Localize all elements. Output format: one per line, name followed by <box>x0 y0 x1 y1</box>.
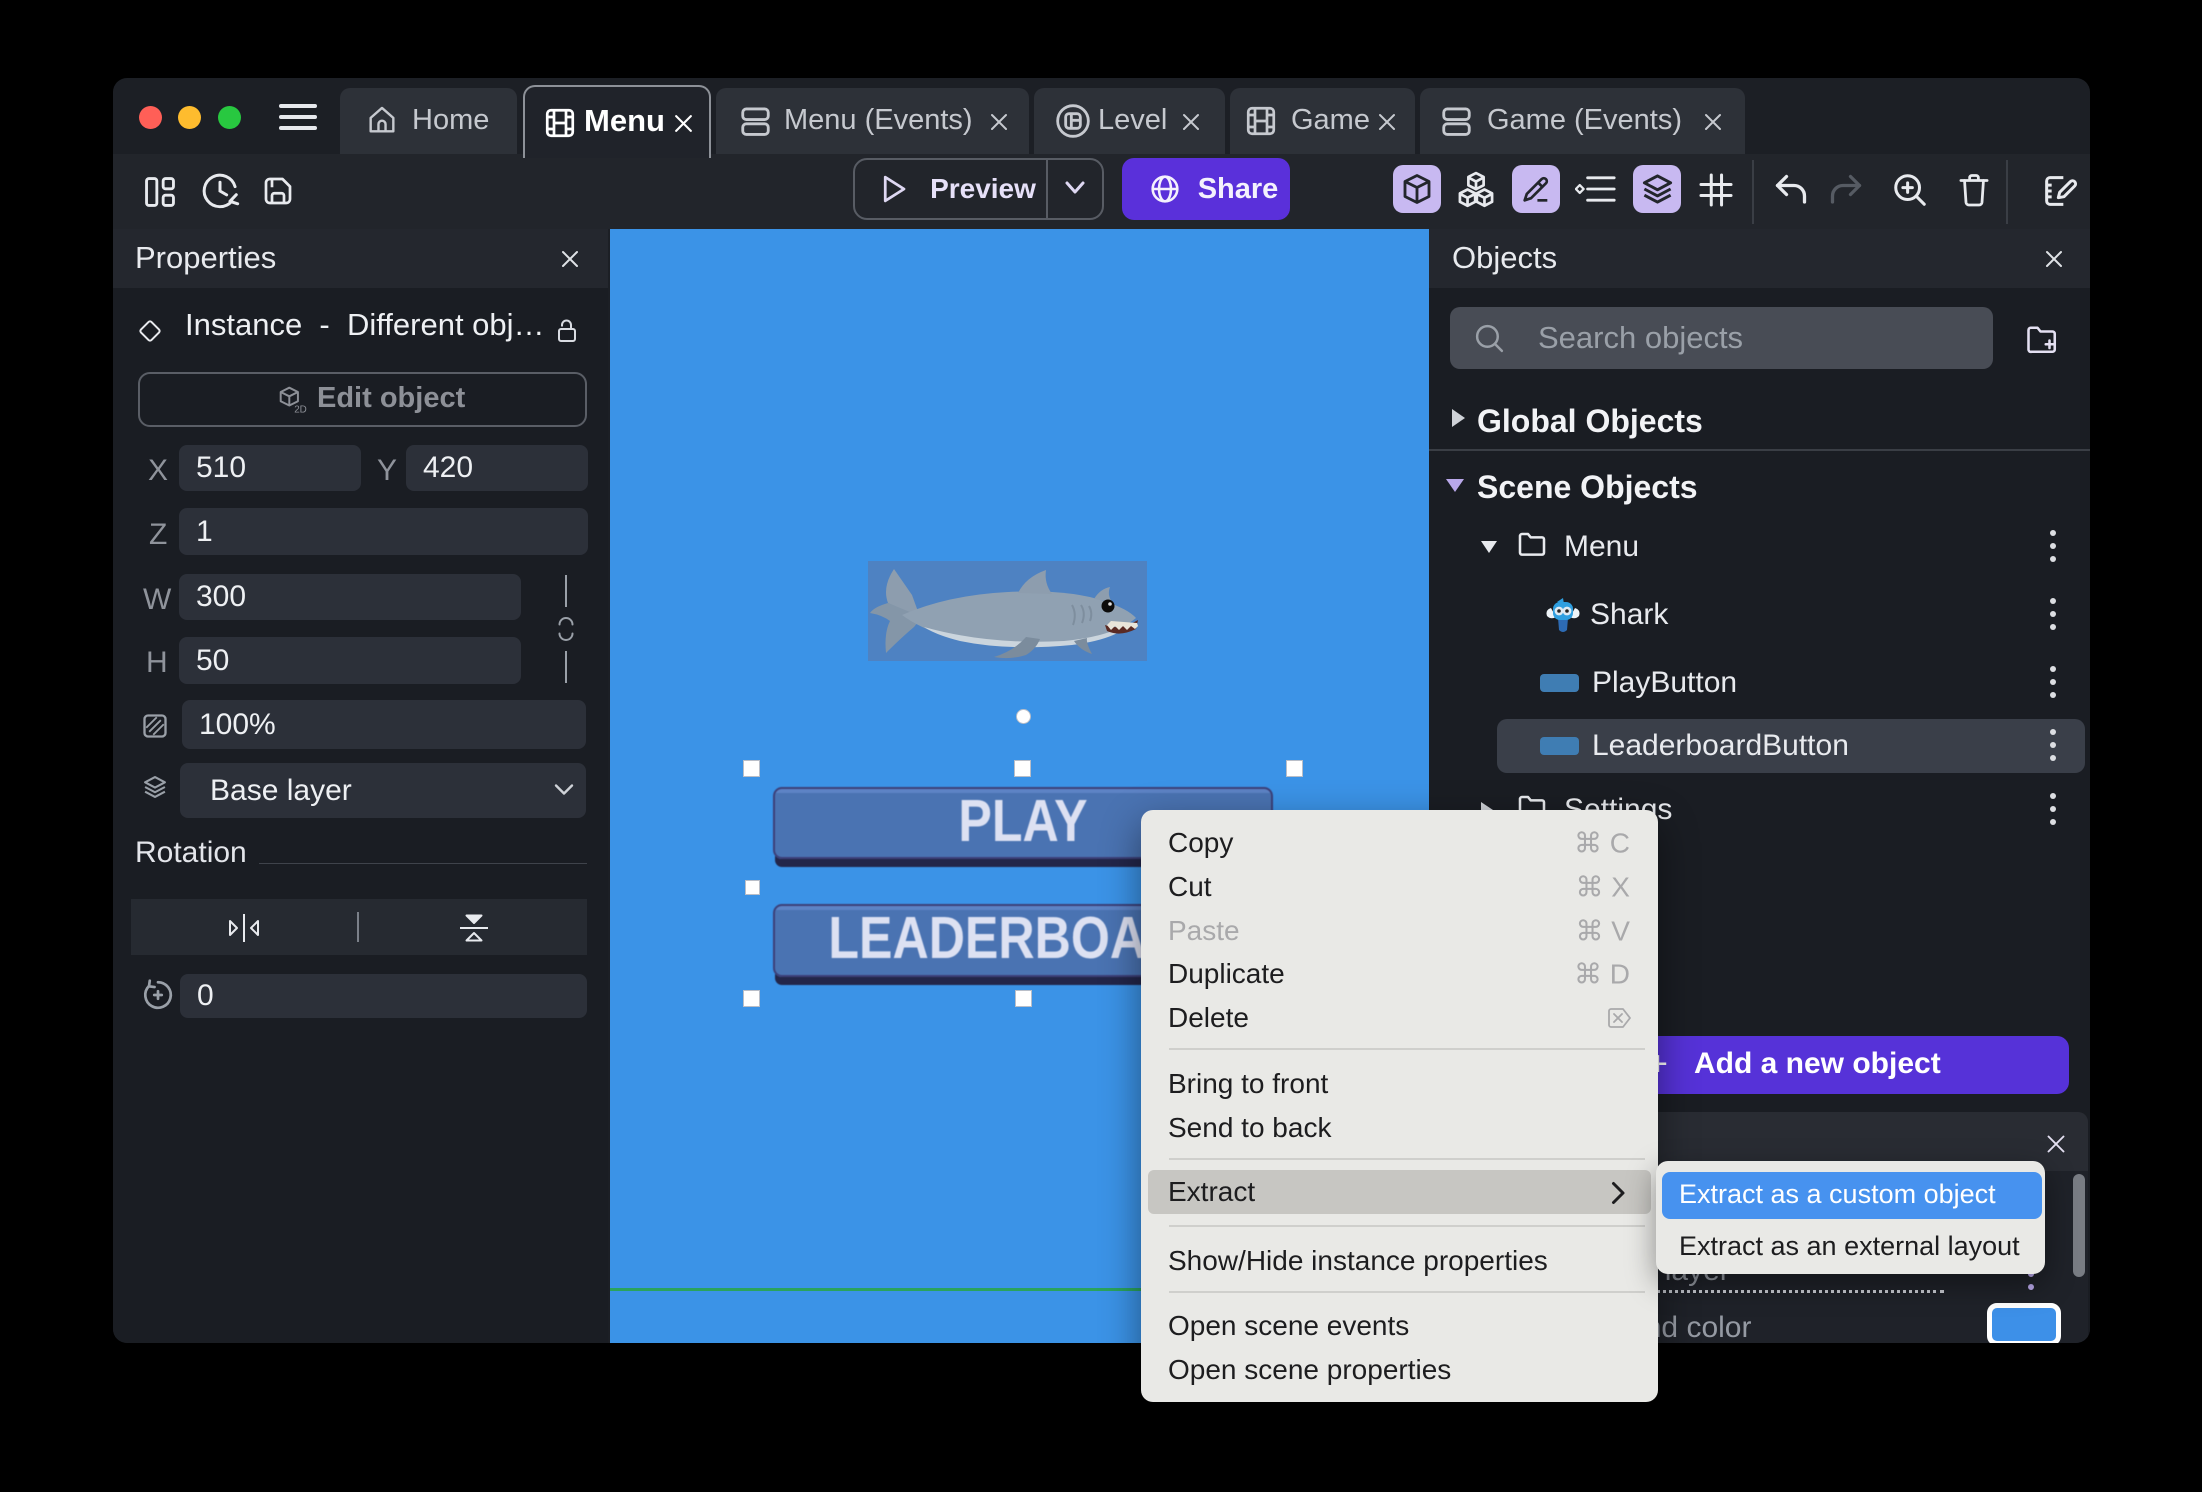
svg-text:2D: 2D <box>294 404 307 415</box>
